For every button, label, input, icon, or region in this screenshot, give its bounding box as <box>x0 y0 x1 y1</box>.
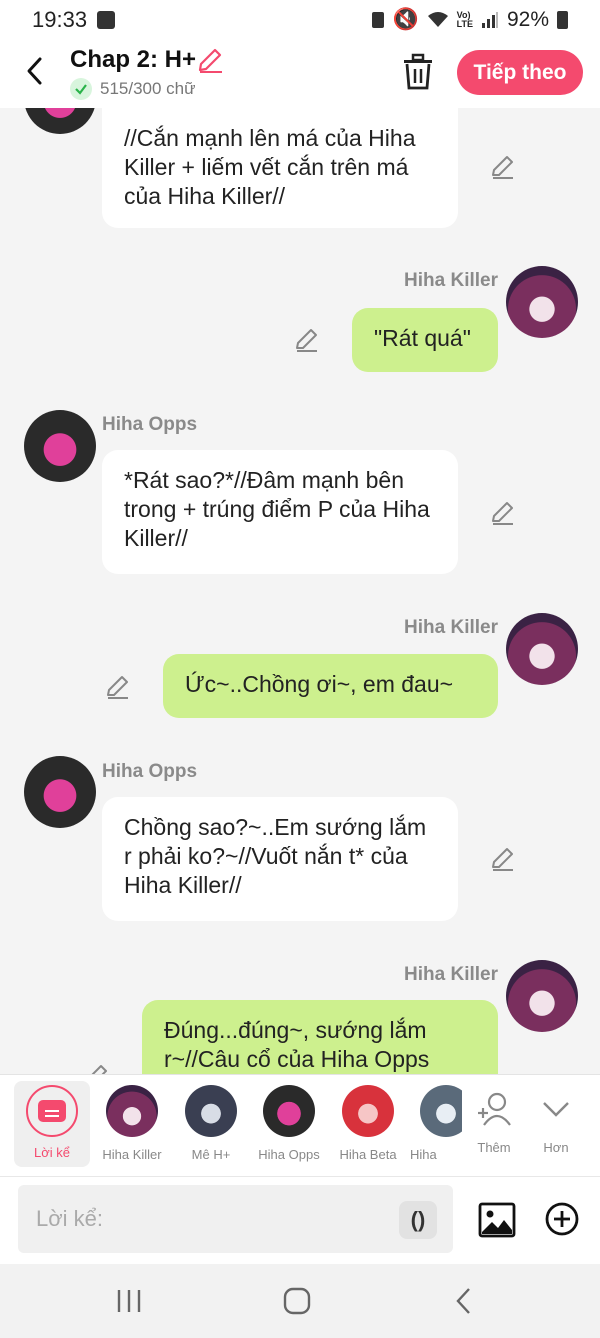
avatar-me-h <box>185 1085 237 1137</box>
trash-icon[interactable] <box>400 52 436 92</box>
parentheses-button[interactable]: () <box>399 1201 437 1239</box>
back-arrow-icon[interactable] <box>20 54 50 88</box>
message-bubble[interactable]: *Rát sao?*//Đâm mạnh bên trong + trúng đ… <box>102 450 458 574</box>
signal-icon <box>481 12 498 28</box>
avatar-hiha-killer[interactable] <box>506 266 578 338</box>
character-bar: Lời kể Hiha Killer Mê H+ Hiha Opps Hiha … <box>0 1074 600 1176</box>
plus-circle-icon[interactable] <box>544 1201 580 1237</box>
character-name: Hiha Beta <box>339 1147 397 1162</box>
edit-message-pencil-icon[interactable] <box>105 674 131 700</box>
home-icon[interactable] <box>280 1286 314 1316</box>
add-person-icon <box>478 1092 511 1126</box>
edit-title-pencil-icon[interactable] <box>196 46 224 74</box>
narrator-selector[interactable]: Lời kể <box>14 1081 90 1167</box>
composer-bar: () <box>0 1176 600 1264</box>
edit-message-pencil-icon[interactable] <box>490 154 516 180</box>
volte-icon: Vo) LTE <box>456 10 473 29</box>
speaker-name: Hiha Killer <box>404 964 498 985</box>
character-me-h[interactable]: Mê H+ <box>171 1085 251 1169</box>
sync-icon <box>372 12 385 28</box>
gallery-icon <box>97 11 116 29</box>
more-label: Hơn <box>543 1140 569 1155</box>
narrator-label: Lời kể <box>34 1145 70 1160</box>
character-name: Mê H+ <box>191 1147 231 1162</box>
message-bubble[interactable]: //Cắn mạnh lên má của Hiha Killer + liếm… <box>102 108 458 228</box>
message-bubble[interactable]: Chồng sao?~..Em sướng lắm r phải ko?~//V… <box>102 797 458 921</box>
message-bubble[interactable]: Ức~..Chồng ơi~, em đau~ <box>163 654 498 718</box>
speaker-name: Hiha Killer <box>404 270 498 291</box>
status-bar: 19:33 🔇 Vo) LTE 92% <box>0 0 600 40</box>
character-name: Hiha Opps <box>258 1147 320 1162</box>
edit-message-pencil-icon[interactable] <box>294 327 320 353</box>
chat-area[interactable]: //Cắn mạnh lên má của Hiha Killer + liếm… <box>0 108 600 1074</box>
chapter-title[interactable]: Chap 2: H+ <box>70 46 196 74</box>
avatar-hiha-killer[interactable] <box>506 613 578 685</box>
edit-message-pencil-icon[interactable] <box>490 500 516 526</box>
avatar-hiha-opps[interactable] <box>24 410 96 482</box>
avatar-hiha-killer <box>106 1085 158 1137</box>
system-nav-bar <box>0 1264 600 1338</box>
message-bubble[interactable]: "Rát quá" <box>352 308 498 372</box>
editor-header: Chap 2: H+ 515/300 chữ Tiếp theo <box>0 40 600 108</box>
word-count-text: 515/300 chữ <box>100 79 196 98</box>
battery-icon <box>557 11 568 29</box>
battery-percent: 92% <box>506 8 549 31</box>
image-icon[interactable] <box>478 1201 516 1239</box>
character-name: Hiha Killer <box>102 1147 162 1162</box>
edit-message-pencil-icon[interactable] <box>84 1063 110 1074</box>
mute-icon: 🔇 <box>392 8 419 31</box>
avatar-hiha-opps <box>263 1085 315 1137</box>
check-icon <box>70 78 92 100</box>
chevron-down-icon <box>543 1102 569 1117</box>
wifi-icon <box>427 12 448 27</box>
avatar-hiha-opps[interactable] <box>24 108 96 134</box>
avatar-hiha-killer[interactable] <box>506 960 578 1032</box>
edit-message-pencil-icon[interactable] <box>490 846 516 872</box>
more-characters-button[interactable]: Hơn <box>516 1085 596 1169</box>
avatar-hiha-opps[interactable] <box>24 756 96 828</box>
composer-field-wrapper: () <box>18 1185 453 1253</box>
speaker-name: Hiha Opps <box>102 761 198 782</box>
speaker-name: Hiha Opps <box>102 414 198 435</box>
speaker-name: Hiha Killer <box>404 617 498 638</box>
word-count: 515/300 chữ <box>70 78 196 100</box>
status-time: 19:33 <box>32 7 88 32</box>
next-button[interactable]: Tiếp theo <box>457 50 583 95</box>
avatar-hiha-beta <box>342 1085 394 1137</box>
recent-apps-icon[interactable] <box>112 1286 146 1316</box>
narration-input[interactable] <box>36 1199 376 1239</box>
character-hiha-killer[interactable]: Hiha Killer <box>92 1085 172 1169</box>
back-nav-icon[interactable] <box>448 1286 482 1316</box>
character-hiha-opps[interactable]: Hiha Opps <box>249 1085 329 1169</box>
character-hiha-beta[interactable]: Hiha Beta <box>328 1085 408 1169</box>
narrator-icon <box>26 1085 78 1137</box>
message-bubble[interactable]: Đúng...đúng~, sướng lắm r~//Câu cổ của H… <box>142 1000 498 1074</box>
